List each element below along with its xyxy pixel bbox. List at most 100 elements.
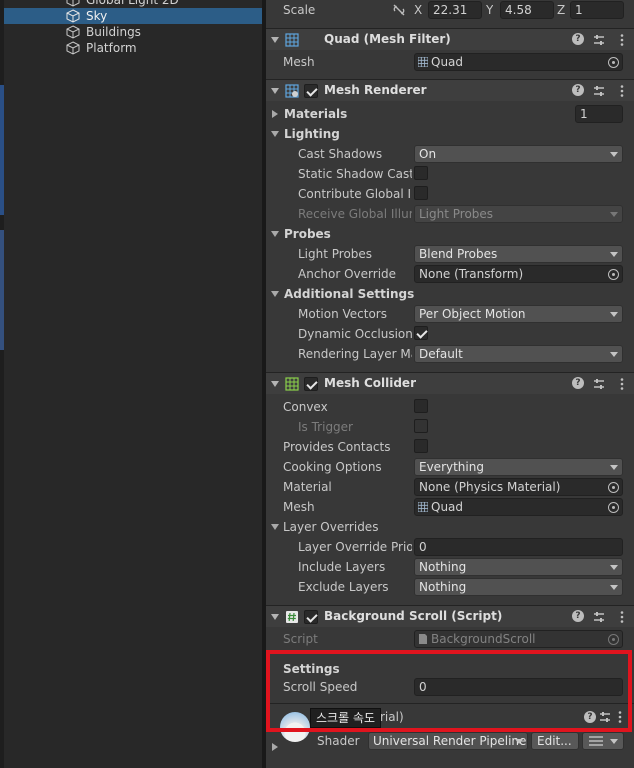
foldout-open-icon[interactable]	[271, 131, 279, 137]
rendering-layer-mask-dropdown[interactable]: Default	[414, 345, 623, 363]
layer-override-priority-field[interactable]: 0	[414, 538, 623, 556]
hierarchy-item-label: Sky	[86, 9, 108, 23]
convex-checkbox[interactable]	[414, 399, 428, 413]
provides-contacts-checkbox[interactable]	[414, 439, 428, 453]
foldout-arrow-icon[interactable]	[271, 88, 279, 94]
motion-vectors-value: Per Object Motion	[419, 307, 526, 321]
collider-mesh-label: Mesh	[283, 500, 315, 514]
scale-x-label[interactable]: X	[414, 3, 422, 17]
foldout-arrow-icon[interactable]	[271, 381, 279, 387]
lighting-label[interactable]: Lighting	[284, 127, 340, 141]
presets-icon[interactable]	[592, 377, 606, 391]
light-probes-label: Light Probes	[298, 247, 373, 261]
hierarchy-item-platform[interactable]: Platform	[4, 40, 262, 56]
kebab-menu-icon[interactable]	[620, 610, 624, 624]
physics-material-value: None (Physics Material)	[419, 480, 561, 494]
anchor-override-field[interactable]: None (Transform)	[414, 265, 623, 283]
shader-list-button[interactable]	[582, 732, 624, 750]
object-picker-icon[interactable]	[608, 482, 619, 493]
help-icon[interactable]: ?	[572, 377, 584, 389]
presets-icon[interactable]	[592, 84, 606, 98]
kebab-menu-icon[interactable]	[620, 33, 624, 47]
hierarchy-item-buildings[interactable]: Buildings	[4, 24, 262, 40]
physics-material-field[interactable]: None (Physics Material)	[414, 478, 623, 496]
chevron-down-icon	[610, 152, 618, 157]
contribute-gi-checkbox[interactable]	[414, 186, 428, 200]
gameobject-icon	[66, 0, 80, 7]
exclude-layers-label: Exclude Layers	[298, 580, 389, 594]
mesh-collider-enabled-checkbox[interactable]	[304, 377, 318, 391]
chevron-down-icon	[610, 312, 618, 317]
cooking-options-label: Cooking Options	[283, 460, 382, 474]
hierarchy-item-sky[interactable]: Sky	[4, 8, 262, 24]
mesh-filter-mesh-field[interactable]: Quad	[414, 53, 623, 71]
unlinked-scale-icon[interactable]	[392, 3, 406, 17]
static-shadow-caster-label: Static Shadow Caster	[298, 167, 412, 181]
static-shadow-caster-checkbox[interactable]	[414, 166, 428, 180]
presets-icon[interactable]	[592, 33, 606, 47]
additional-settings-label[interactable]: Additional Settings	[284, 287, 414, 301]
anchor-override-label: Anchor Override	[298, 267, 397, 281]
mesh-collider-icon	[285, 377, 299, 391]
background-scroll-header[interactable]: Background Scroll (Script) ?	[266, 605, 634, 627]
layer-override-priority-label: Layer Override Priority	[298, 540, 412, 554]
light-probes-dropdown[interactable]: Blend Probes	[414, 245, 623, 263]
scale-z-label[interactable]: Z	[557, 3, 565, 17]
script-label: Script	[283, 632, 318, 646]
probes-label[interactable]: Probes	[284, 227, 331, 241]
help-icon[interactable]: ?	[572, 33, 584, 45]
cast-shadows-dropdown[interactable]: On	[414, 145, 623, 163]
background-scroll-enabled-checkbox[interactable]	[304, 610, 318, 624]
object-picker-icon[interactable]	[608, 502, 619, 513]
exclude-layers-dropdown[interactable]: Nothing	[414, 578, 623, 596]
shader-dropdown[interactable]: Universal Render Pipeline	[368, 732, 528, 750]
mesh-filter-icon	[285, 33, 299, 47]
mesh-renderer-header[interactable]: Mesh Renderer ?	[266, 79, 634, 101]
dynamic-occlusion-label: Dynamic Occlusion	[298, 327, 412, 341]
help-icon[interactable]: ?	[572, 84, 584, 96]
mesh-filter-header[interactable]: Quad (Mesh Filter) ?	[266, 28, 634, 50]
chevron-down-icon	[610, 212, 618, 217]
help-icon[interactable]: ?	[584, 711, 596, 723]
cooking-options-dropdown[interactable]: Everything	[414, 458, 623, 476]
component-title: Background Scroll (Script)	[324, 609, 503, 623]
foldout-open-icon[interactable]	[271, 524, 279, 530]
hierarchy-item-global-light[interactable]: Global Light 2D	[4, 0, 262, 8]
scroll-speed-field[interactable]: 0	[414, 678, 623, 696]
object-picker-icon[interactable]	[608, 269, 619, 280]
object-picker-icon	[608, 634, 619, 645]
kebab-menu-icon[interactable]	[620, 84, 624, 98]
dynamic-occlusion-checkbox[interactable]	[414, 326, 428, 340]
scale-x-field[interactable]: 22.31	[428, 1, 482, 19]
object-picker-icon[interactable]	[608, 57, 619, 68]
collider-mesh-value: Quad	[431, 500, 464, 514]
scale-z-field[interactable]: 1	[570, 1, 624, 19]
collider-mesh-field[interactable]: Quad	[414, 498, 623, 516]
foldout-arrow-icon[interactable]	[271, 37, 279, 43]
kebab-menu-icon[interactable]	[620, 377, 624, 391]
mesh-icon	[418, 57, 428, 67]
materials-label[interactable]: Materials	[284, 107, 347, 121]
kebab-menu-icon[interactable]	[618, 710, 622, 724]
foldout-open-icon[interactable]	[271, 231, 279, 237]
presets-icon[interactable]	[592, 610, 606, 624]
foldout-arrow-icon[interactable]	[271, 614, 279, 620]
mesh-collider-header[interactable]: Mesh Collider ?	[266, 372, 634, 394]
foldout-closed-icon[interactable]	[272, 743, 278, 751]
scale-y-label[interactable]: Y	[486, 3, 493, 17]
cast-shadows-label: Cast Shadows	[298, 147, 383, 161]
presets-icon[interactable]	[598, 710, 612, 724]
include-layers-label: Include Layers	[298, 560, 386, 574]
shader-edit-button[interactable]: Edit...	[531, 732, 579, 750]
foldout-closed-icon[interactable]	[272, 110, 278, 118]
scale-y-field[interactable]: 4.58	[500, 1, 554, 19]
mesh-renderer-enabled-checkbox[interactable]	[304, 84, 318, 98]
layer-overrides-label[interactable]: Layer Overrides	[283, 520, 378, 534]
component-title: Mesh Collider	[324, 376, 416, 390]
is-trigger-label: Is Trigger	[298, 420, 353, 434]
include-layers-dropdown[interactable]: Nothing	[414, 558, 623, 576]
foldout-open-icon[interactable]	[271, 291, 279, 297]
help-icon[interactable]: ?	[572, 610, 584, 622]
materials-count-field[interactable]: 1	[575, 105, 623, 123]
motion-vectors-dropdown[interactable]: Per Object Motion	[414, 305, 623, 323]
